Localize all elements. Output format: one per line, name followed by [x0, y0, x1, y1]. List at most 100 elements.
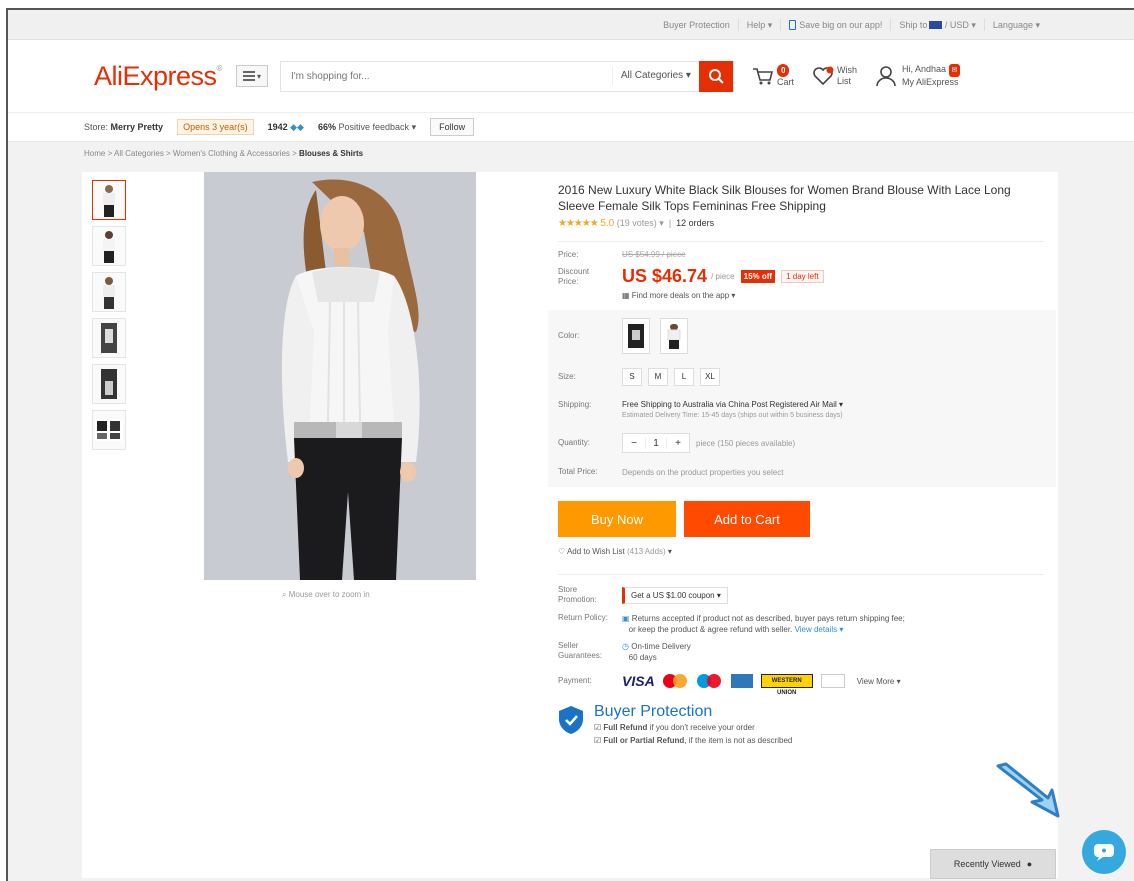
- logo-text: AliExpress: [94, 60, 217, 91]
- buy-now-button[interactable]: Buy Now: [558, 501, 676, 537]
- store-rating: 1942 ◆◆: [268, 122, 304, 133]
- payment-methods: VISA WESTERN UNION View More ▾: [622, 673, 901, 696]
- qr-code-icon: ▦: [622, 291, 630, 300]
- positive-label: Positive feedback: [338, 121, 410, 132]
- coupon-text: Get a US $1.00 coupon: [631, 590, 715, 600]
- check-icon: ☑: [594, 723, 602, 732]
- main-product-image[interactable]: [204, 172, 476, 580]
- search-icon: [708, 69, 724, 84]
- quantity-increase-button[interactable]: +: [667, 438, 689, 449]
- phone-icon: [789, 19, 797, 30]
- add-to-wishlist-link[interactable]: ♡ Add to Wish List (413 Adds) ▾: [558, 547, 1044, 556]
- guarantee-text: On-time Delivery: [631, 642, 691, 651]
- search-bar: All Categories ▾: [279, 60, 734, 92]
- discount-badge: 15% off: [740, 270, 776, 283]
- product-thumbnail-image: [103, 185, 115, 217]
- breadcrumb-trail[interactable]: Home > All Categories > Women's Clothing…: [84, 149, 299, 158]
- recently-viewed-icon: ●: [1026, 859, 1033, 869]
- search-button[interactable]: [698, 60, 733, 92]
- buyer-protection-link[interactable]: Buyer Protection: [655, 18, 739, 31]
- ship-to-selector[interactable]: Ship to / USD ▾: [891, 18, 985, 31]
- size-option-m[interactable]: M: [648, 368, 668, 386]
- help-link[interactable]: Help ▾: [739, 18, 782, 31]
- total-price-label: Total Price:: [558, 467, 598, 476]
- recently-viewed-label: Recently Viewed: [953, 859, 1021, 869]
- search-category-select[interactable]: All Categories ▾: [611, 67, 699, 85]
- positive-feedback[interactable]: 66% Positive feedback ▾: [318, 122, 416, 133]
- search-input[interactable]: [280, 61, 612, 91]
- price-section: Price: US $54.99 / piece Discount Price: …: [558, 241, 1044, 300]
- help-label: Help: [746, 19, 766, 30]
- return-policy-text-1: Returns accepted if product not as descr…: [631, 614, 905, 623]
- shipping-method[interactable]: Free Shipping to Australia via China Pos…: [622, 400, 843, 409]
- wish-label-2: List: [836, 76, 851, 86]
- view-details-link[interactable]: View details ▾: [795, 625, 844, 634]
- aliexpress-logo[interactable]: AliExpress®: [94, 61, 222, 92]
- account-link[interactable]: Hi, Andhaa ✉ My AliExpress: [875, 64, 961, 88]
- quantity-stepper: − 1 +: [622, 433, 690, 453]
- original-price: US $54.99 / piece: [622, 250, 686, 259]
- per-piece-label: / piece: [711, 272, 735, 281]
- buyer-protection-title[interactable]: Buyer Protection: [594, 703, 792, 721]
- product-options: Color: Size: S M L XL Shipping: Free Shi…: [548, 310, 1056, 487]
- coupon-button[interactable]: Get a US $1.00 coupon ▾: [622, 586, 728, 604]
- breadcrumb-current: Blouses & Shirts: [299, 149, 364, 158]
- guarantee-label-1: Seller: [558, 641, 579, 650]
- positive-percent: 66%: [317, 121, 336, 132]
- product-thumbnail-image: [103, 231, 115, 263]
- search-category-label: All Categories: [620, 70, 684, 81]
- product-rating: ★★★★★ 5.0 (19 votes) ▾ | 12 orders: [558, 218, 715, 229]
- store-promotion-section: Store Promotion: Get a US $1.00 coupon ▾ …: [558, 574, 1044, 747]
- recently-viewed-button[interactable]: Recently Viewed ●: [930, 849, 1056, 879]
- app-label: Save big on our app!: [799, 19, 883, 30]
- chat-icon: [1094, 844, 1114, 861]
- store-name[interactable]: Store: Merry Pretty: [84, 122, 163, 132]
- zoom-hint: ⌕ Mouse over to zoom in: [282, 590, 370, 600]
- language-selector[interactable]: Language ▾: [985, 19, 1048, 31]
- view-more-payment-link[interactable]: View More ▾: [857, 677, 901, 686]
- app-deals-link[interactable]: ▦ Find more deals on the app ▾: [622, 291, 1044, 300]
- cart-link[interactable]: 0 Cart: [752, 64, 794, 88]
- quantity-decrease-button[interactable]: −: [623, 438, 645, 449]
- wish-list-link[interactable]: Wish List: [812, 65, 857, 87]
- quantity-label: Quantity:: [558, 438, 591, 447]
- color-swatch-black[interactable]: [622, 318, 650, 354]
- western-union-icon: WESTERN UNION: [760, 674, 813, 696]
- wishlist-count: (413 Adds): [627, 547, 666, 556]
- thumbnail[interactable]: [92, 180, 126, 220]
- color-swatch-image: [628, 324, 644, 348]
- color-swatch-white[interactable]: [660, 318, 688, 354]
- thumbnail[interactable]: [92, 364, 126, 404]
- ship-to-label: Ship to: [899, 19, 928, 30]
- thumbnail[interactable]: [92, 410, 126, 450]
- add-to-cart-button[interactable]: Add to Cart: [684, 501, 810, 537]
- product-thumbnail-image: [101, 323, 117, 353]
- return-icon: ▣: [622, 614, 630, 623]
- bank-transfer-icon: [820, 674, 845, 688]
- rating-votes[interactable]: (19 votes): [617, 218, 657, 228]
- visa-icon: VISA: [622, 673, 655, 689]
- breadcrumb: Home > All Categories > Women's Clothing…: [8, 142, 1134, 166]
- size-option-xl[interactable]: XL: [700, 368, 720, 386]
- view-more-text: View More: [856, 676, 895, 686]
- size-option-l[interactable]: L: [674, 368, 694, 386]
- chat-button[interactable]: [1082, 830, 1126, 874]
- delivery-estimate: Estimated Delivery Time: 15-45 days (shi…: [622, 412, 843, 419]
- quantity-input[interactable]: 1: [645, 437, 667, 449]
- category-menu-button[interactable]: ▾: [235, 65, 268, 87]
- size-option-s[interactable]: S: [622, 368, 642, 386]
- size-label: Size:: [558, 372, 576, 381]
- view-details-text: View details: [794, 625, 838, 634]
- product-thumbnail-image: [95, 419, 123, 441]
- discount-label-1: Discount: [558, 266, 590, 276]
- thumbnail[interactable]: [92, 272, 126, 312]
- thumbnail[interactable]: [92, 318, 126, 358]
- mastercard-icon: [662, 674, 689, 688]
- thumbnail[interactable]: [92, 226, 126, 266]
- payment-label: Payment:: [558, 676, 592, 685]
- color-label: Color:: [558, 331, 580, 340]
- wish-label-1: Wish: [836, 65, 857, 75]
- app-link[interactable]: Save big on our app!: [781, 18, 892, 31]
- order-count: 12 orders: [676, 218, 715, 228]
- follow-button[interactable]: Follow: [430, 118, 475, 136]
